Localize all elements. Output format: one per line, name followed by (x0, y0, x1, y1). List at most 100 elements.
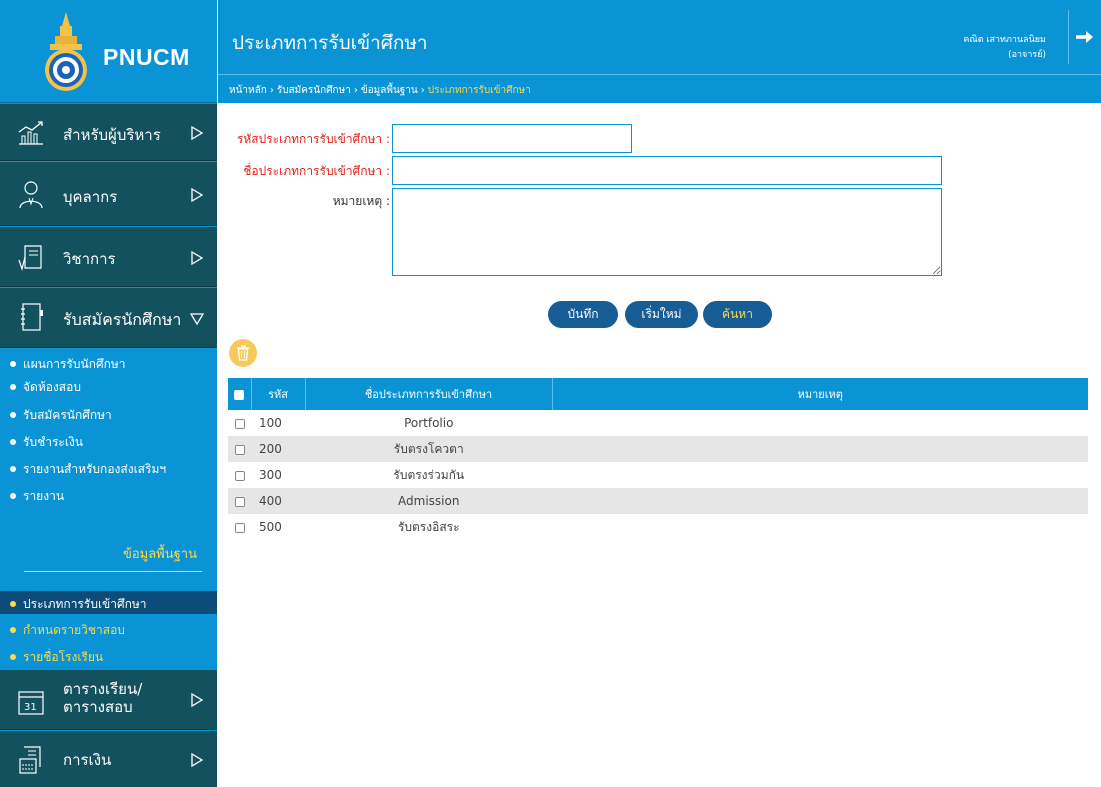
sidebar-subitem-exam-subjects[interactable]: กำหนดรายวิชาสอบ (10, 621, 125, 640)
name-input[interactable] (392, 156, 942, 185)
breadcrumb-separator: › (269, 85, 274, 96)
executive-chart-icon (18, 121, 43, 145)
header-divider (218, 74, 1101, 75)
triangle-right-icon (191, 126, 204, 140)
row-name: รับตรงร่วมกัน (305, 462, 552, 488)
bullet-dot-icon (10, 492, 16, 499)
academic-document-icon (18, 245, 42, 272)
table-row[interactable]: 200 รับตรงโควตา (228, 436, 1088, 462)
bullet-dot-icon (10, 600, 16, 607)
notebook-icon (21, 303, 43, 331)
arrow-right-icon (1076, 31, 1093, 43)
sidebar-menu-label: สำหรับผู้บริหาร (63, 126, 161, 144)
logo-block[interactable]: PNUCM (0, 0, 217, 103)
bullet-dot-icon (10, 438, 16, 445)
sidebar-menu-personnel[interactable]: บุคลากร (0, 162, 217, 226)
sidebar-subitem-admission-type-active[interactable]: ประเภทการรับเข้าศึกษา (0, 591, 217, 614)
row-note (552, 514, 1088, 540)
user-role: (อาจารย์) (1008, 50, 1046, 60)
bullet-dot-icon (10, 411, 16, 418)
sidebar-menu-label: บุคลากร (63, 188, 118, 206)
university-emblem-icon (45, 12, 87, 91)
trash-icon (237, 345, 249, 361)
column-header-name[interactable]: ชื่อประเภทการรับเข้าศึกษา (304, 378, 552, 410)
name-label: ชื่อประเภทการรับเข้าศึกษา : (243, 164, 390, 178)
save-button[interactable]: บันทึก (548, 301, 618, 328)
row-checkbox[interactable] (234, 470, 245, 481)
note-textarea[interactable] (392, 188, 942, 276)
sidebar-menu-label-multiline: ตารางเรียน/ ตารางสอบ (63, 680, 143, 716)
bullet-dot-icon (10, 465, 16, 472)
sidebar-subitem-student-application[interactable]: รับสมัครนักศึกษา (10, 406, 112, 425)
logout-button[interactable] (1068, 10, 1101, 64)
breadcrumb: หน้าหลัก › รับสมัครนักศึกษา › ข้อมูลพื้นฐาน ›… (229, 83, 531, 98)
finance-icon (19, 746, 41, 774)
table-row[interactable]: 500 รับตรงอิสระ (228, 514, 1088, 540)
sidebar: PNUCM สำหรับผู้บริหาร บุคลากร วิชาการ รั… (0, 0, 217, 787)
sidebar-subitem-admission-plan[interactable]: แผนการรับนักศึกษา (10, 355, 125, 374)
sidebar-menu-timetable[interactable]: 31 ตารางเรียน/ ตารางสอบ (0, 670, 217, 730)
row-code: 100 (251, 410, 305, 436)
sidebar-subitem-report[interactable]: รายงาน (10, 487, 64, 506)
row-code: 400 (251, 488, 305, 514)
bullet-dot-icon (10, 383, 16, 390)
breadcrumb-basic-data[interactable]: ข้อมูลพื้นฐาน (361, 85, 418, 96)
basic-data-heading: ข้อมูลพื้นฐาน (122, 547, 197, 562)
code-label: รหัสประเภทการรับเข้าศึกษา : (236, 132, 390, 146)
breadcrumb-admission[interactable]: รับสมัครนักศึกษา (277, 85, 351, 96)
bullet-dot-icon (10, 360, 16, 367)
sidebar-subitem-exam-room[interactable]: จัดห้องสอบ (10, 378, 81, 397)
bullet-dot-icon (10, 653, 16, 660)
column-header-code[interactable]: รหัส (250, 378, 305, 410)
row-checkbox[interactable] (234, 522, 245, 533)
column-header-note[interactable]: หมายเหตุ (551, 378, 1088, 410)
table-row[interactable]: 400 Admission (228, 488, 1088, 514)
row-code: 200 (251, 436, 305, 462)
breadcrumb-separator: › (420, 85, 425, 96)
row-name: รับตรงโควตา (305, 436, 552, 462)
select-all-cell (228, 378, 251, 410)
sidebar-menu-finance[interactable]: การเงิน (0, 731, 217, 787)
note-label: หมายเหตุ : (332, 194, 390, 208)
sidebar-subitem-promotion-report[interactable]: รายงานสำหรับกองส่งเสริมฯ (10, 460, 166, 479)
search-button[interactable]: ค้นหา (703, 301, 772, 328)
breadcrumb-home[interactable]: หน้าหลัก (229, 85, 267, 96)
user-name[interactable]: คณิต เสาทภานลนิยม (963, 32, 1046, 46)
sidebar-menu-academic[interactable]: วิชาการ (0, 227, 217, 287)
row-note (552, 462, 1088, 488)
row-checkbox[interactable] (234, 418, 245, 429)
breadcrumb-separator: › (353, 85, 358, 96)
logo-text: PNUCM (103, 44, 190, 70)
svg-text:31: 31 (24, 702, 37, 713)
breadcrumb-current: ประเภทการรับเข้าศึกษา (427, 85, 531, 96)
delete-button[interactable] (229, 339, 257, 367)
row-checkbox[interactable] (234, 496, 245, 507)
reset-button[interactable]: เริ่มใหม่ (625, 301, 698, 328)
sidebar-menu-label: รับสมัครนักศึกษา (63, 310, 182, 329)
row-checkbox[interactable] (234, 444, 245, 455)
select-all-checkbox[interactable] (234, 389, 245, 400)
row-note (552, 488, 1088, 514)
triangle-right-icon (191, 251, 204, 265)
sidebar-menu-admission[interactable]: รับสมัครนักศึกษา (0, 288, 217, 348)
sidebar-menu-executive[interactable]: สำหรับผู้บริหาร (0, 104, 217, 161)
admission-type-table: รหัส ชื่อประเภทการรับเข้าศึกษา หมายเหตุ … (228, 378, 1088, 540)
calendar-icon: 31 (18, 691, 44, 715)
bullet-dot-icon (10, 626, 16, 633)
basic-data-divider (24, 571, 202, 572)
top-header: ประเภทการรับเข้าศึกษา คณิต เสาทภานลนิยม … (218, 0, 1101, 103)
sidebar-menu-label: วิชาการ (63, 250, 116, 268)
row-name: Admission (305, 488, 552, 514)
triangle-down-icon (190, 313, 204, 326)
table-row[interactable]: 100 Portfolio (228, 410, 1088, 436)
triangle-right-icon (191, 693, 204, 707)
table-row[interactable]: 300 รับตรงร่วมกัน (228, 462, 1088, 488)
row-name: Portfolio (305, 410, 552, 436)
triangle-right-icon (191, 188, 204, 202)
sidebar-subitem-payment[interactable]: รับชำระเงิน (10, 433, 83, 452)
row-name: รับตรงอิสระ (305, 514, 552, 540)
code-input[interactable] (392, 124, 632, 153)
page-title: ประเภทการรับเข้าศึกษา (232, 32, 428, 54)
row-note (552, 436, 1088, 462)
sidebar-subitem-school-list[interactable]: รายชื่อโรงเรียน (10, 648, 103, 667)
